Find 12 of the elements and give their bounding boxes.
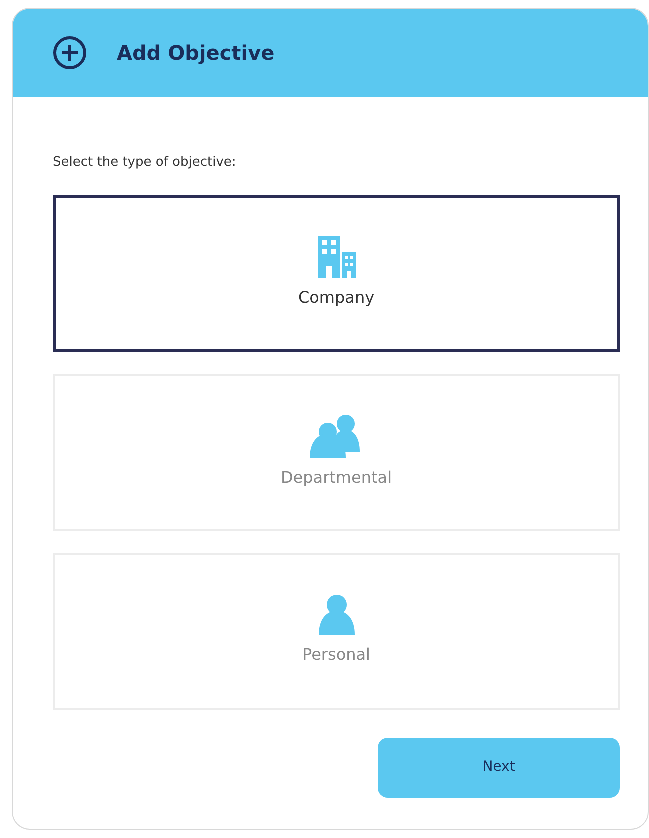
person-icon xyxy=(318,595,354,635)
option-label: Company xyxy=(298,287,375,309)
next-button[interactable]: Next xyxy=(378,738,620,798)
option-label: Personal xyxy=(302,644,370,666)
objective-type-option[interactable]: Departmental xyxy=(53,374,620,530)
option-label: Departmental xyxy=(280,467,392,489)
prompt-text: Select the type of objective: xyxy=(53,154,238,172)
dialog-title: Add Objective xyxy=(117,40,275,67)
objective-type-option[interactable]: Personal xyxy=(53,552,620,710)
add-icon xyxy=(53,36,87,70)
objective-type-option[interactable]: Company xyxy=(53,194,620,352)
building-icon xyxy=(318,236,356,278)
